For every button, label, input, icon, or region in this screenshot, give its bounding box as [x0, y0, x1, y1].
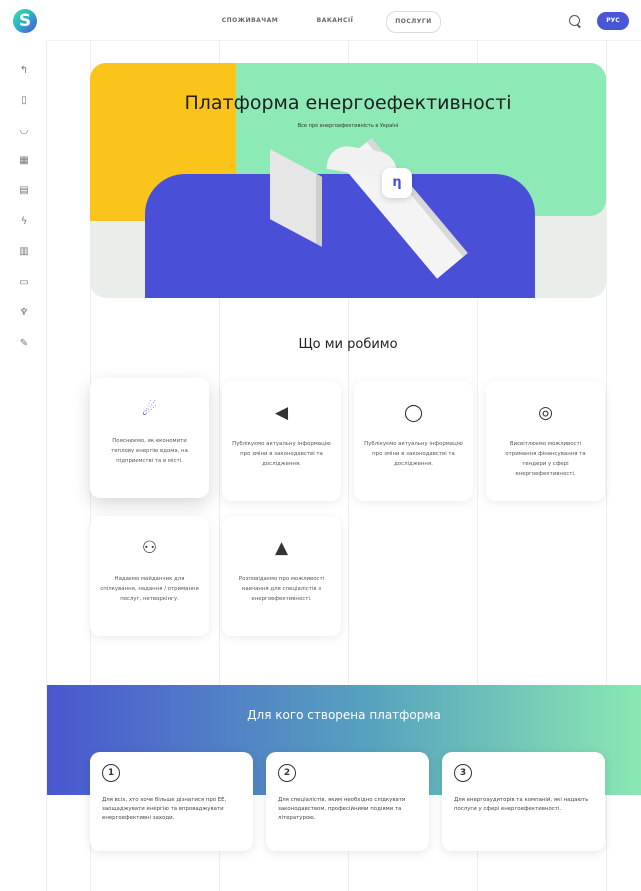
nav-vacancies[interactable]: ВАКАНСІЇ: [303, 11, 367, 31]
audience-card: 1 Для всіх, хто хоче більше дізнатися пр…: [90, 752, 253, 851]
trash-icon[interactable]: ▥: [17, 245, 31, 259]
service-card[interactable]: ◎ Висвітлюємо можливості отримання фінан…: [486, 381, 605, 501]
coins-icon: ◎: [538, 403, 553, 423]
card-text: Пояснюємо, як економити теплову енергію …: [111, 438, 188, 464]
card-text: Публікуємо актуальну інформацію про змін…: [364, 441, 463, 467]
tasks-icon[interactable]: ▤: [17, 184, 31, 198]
briefcase-icon[interactable]: ▭: [17, 276, 31, 290]
sidebar: ↰ ▯ ◡ ▦ ▤ ϟ ▥ ▭ ♆ ✎: [0, 40, 47, 891]
audience-text: Для спеціалістів, яким необхідно слідкув…: [278, 797, 406, 821]
service-card[interactable]: ☄ Пояснюємо, як економити теплову енергі…: [90, 378, 209, 498]
card-text: Надаємо майданчик для спілкування, надан…: [100, 576, 199, 602]
audience-title: Для кого створена платформа: [247, 708, 441, 722]
number-badge: 2: [278, 764, 296, 782]
section-title: Що ми робимо: [298, 337, 398, 352]
hero-banner: η Платформа енергоефективності Все про е…: [90, 63, 606, 298]
hero-blue-shape: [145, 174, 535, 298]
top-header: СПОЖИВАЧАМ ВАКАНСІЇ ПОСЛУГИ РУС: [0, 0, 641, 41]
card-text: Публікуємо актуальну інформацію про змін…: [232, 441, 331, 467]
trophy-icon[interactable]: ♆: [17, 306, 31, 320]
chat-icon: ◯: [403, 403, 424, 423]
service-card[interactable]: ⚇ Надаємо майданчик для спілкування, над…: [90, 516, 209, 636]
card-text: Розповідаємо про можливості навчання для…: [238, 576, 325, 602]
number-badge: 1: [102, 764, 120, 782]
audience-text: Для енергоаудиторів та компаній, які над…: [454, 797, 589, 812]
eta-badge-icon: η: [382, 168, 412, 198]
language-button[interactable]: РУС: [597, 12, 629, 30]
audience-text: Для всіх, хто хоче більше дізнатися про …: [102, 797, 227, 821]
megaphone-icon: ◀: [274, 403, 289, 423]
number-badge: 3: [454, 764, 472, 782]
hero-subtitle: Все про енергоефективність в Україні: [297, 123, 399, 129]
calendar-icon[interactable]: ▦: [17, 154, 31, 168]
service-card[interactable]: ▲ Розповідаємо про можливості навчання д…: [222, 516, 341, 636]
nav-services[interactable]: ПОСЛУГИ: [386, 11, 441, 33]
service-card[interactable]: ◯ Публікуємо актуальну інформацію про зм…: [354, 381, 473, 501]
card-text: Висвітлюємо можливості отримання фінансу…: [505, 441, 586, 477]
home-icon[interactable]: ↰: [17, 64, 31, 78]
pen-icon[interactable]: ✎: [17, 337, 31, 351]
hand-money-icon: ☄: [141, 400, 158, 420]
bulb-icon[interactable]: ◡: [17, 124, 31, 138]
graduation-cap-icon: ▲: [274, 538, 289, 558]
audience-card: 2 Для спеціалістів, яким необхідно слідк…: [266, 752, 429, 851]
service-card[interactable]: ◀ Публікуємо актуальну інформацію про зм…: [222, 381, 341, 501]
people-icon: ⚇: [141, 538, 158, 558]
logo[interactable]: [13, 9, 37, 33]
nav-consumers[interactable]: СПОЖИВАЧАМ: [212, 11, 288, 31]
hero-title: Платформа енергоефективності: [184, 92, 512, 114]
search-icon[interactable]: [569, 15, 580, 26]
lightning-icon[interactable]: ϟ: [17, 215, 31, 229]
audience-card: 3 Для енергоаудиторів та компаній, які н…: [442, 752, 605, 851]
document-icon[interactable]: ▯: [17, 94, 31, 108]
